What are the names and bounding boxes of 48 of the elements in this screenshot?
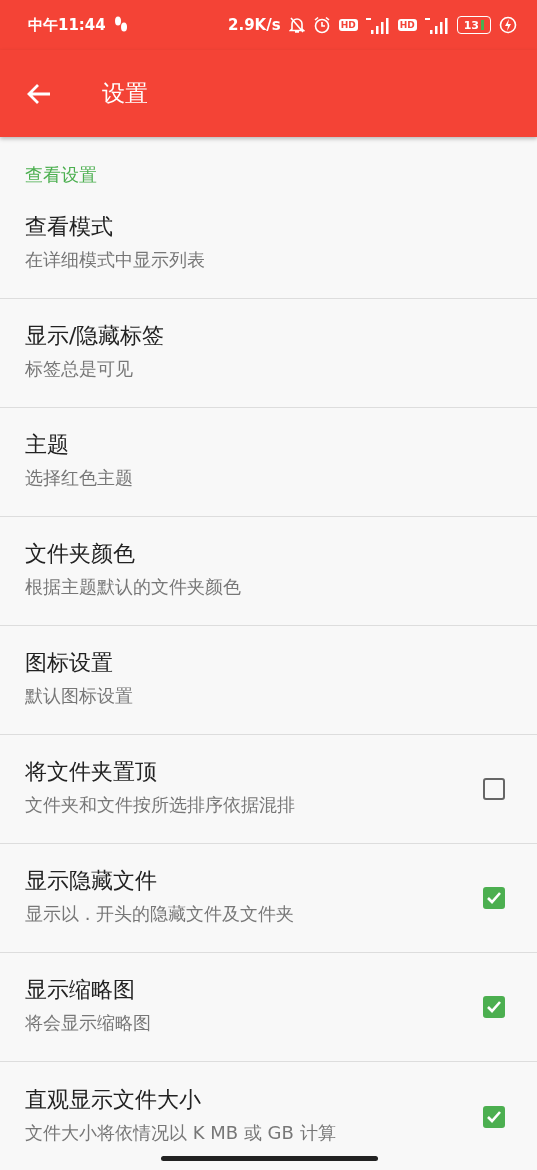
setting-title: 查看模式	[25, 213, 114, 241]
mute-bell-icon	[288, 16, 305, 34]
setting-summary: 文件大小将依情况以 K MB 或 GB 计算	[25, 1120, 337, 1145]
checkbox[interactable]	[483, 887, 505, 909]
setting-title: 将文件夹置顶	[25, 758, 158, 786]
check-icon	[486, 891, 502, 905]
setting-summary: 选择红色主题	[25, 466, 134, 490]
settings-row[interactable]: 直观显示文件大小 文件大小将依情况以 K MB 或 GB 计算	[0, 1062, 537, 1170]
setting-summary: 显示以 . 开头的隐藏文件及文件夹	[25, 902, 296, 926]
check-icon	[486, 1000, 502, 1014]
network-speed: 2.9K/s	[228, 16, 281, 34]
status-time: 中午11:44	[28, 15, 106, 35]
setting-title: 主题	[25, 431, 70, 459]
settings-row[interactable]: 文件夹颜色 根据主题默认的文件夹颜色	[0, 517, 537, 626]
back-arrow-icon[interactable]	[26, 82, 52, 105]
alarm-icon	[312, 16, 331, 34]
settings-row[interactable]: 显示隐藏文件 显示以 . 开头的隐藏文件及文件夹	[0, 844, 537, 953]
settings-row[interactable]: 查看模式 在详细模式中显示列表	[0, 190, 537, 299]
setting-title: 显示/隐藏标签	[25, 322, 166, 350]
settings-row[interactable]: 主题 选择红色主题	[0, 408, 537, 517]
check-icon	[486, 1109, 502, 1124]
setting-summary: 文件夹和文件按所选排序依据混排	[25, 793, 296, 817]
setting-summary: 默认图标设置	[25, 684, 134, 708]
signal-icon	[424, 16, 449, 34]
hd-badge: HD	[338, 19, 358, 31]
settings-row[interactable]: 显示缩略图 将会显示缩略图	[0, 953, 537, 1062]
charging-icon	[499, 16, 517, 34]
checkbox[interactable]	[483, 778, 505, 800]
checkbox[interactable]	[483, 1105, 505, 1128]
setting-summary: 将会显示缩略图	[25, 1011, 152, 1035]
setting-title: 图标设置	[25, 649, 114, 677]
checkbox[interactable]	[483, 996, 505, 1018]
section-header: 查看设置	[24, 163, 98, 187]
hd-badge: HD	[397, 19, 417, 31]
footprints-icon	[113, 16, 128, 34]
signal-icon	[365, 16, 390, 34]
settings-row[interactable]: 将文件夹置顶 文件夹和文件按所选排序依据混排	[0, 735, 537, 844]
setting-title: 文件夹颜色	[25, 540, 136, 568]
settings-row[interactable]: 图标设置 默认图标设置	[0, 626, 537, 735]
setting-title: 显示缩略图	[25, 976, 136, 1004]
setting-summary: 根据主题默认的文件夹颜色	[25, 575, 242, 599]
setting-summary: 标签总是可见	[25, 357, 134, 381]
battery-indicator: 13	[456, 16, 491, 34]
setting-title: 直观显示文件大小	[25, 1085, 202, 1114]
settings-row[interactable]: 显示/隐藏标签 标签总是可见	[0, 299, 537, 408]
toolbar-title: 设置	[102, 79, 148, 108]
setting-title: 显示隐藏文件	[25, 867, 158, 895]
setting-summary: 在详细模式中显示列表	[25, 248, 206, 272]
